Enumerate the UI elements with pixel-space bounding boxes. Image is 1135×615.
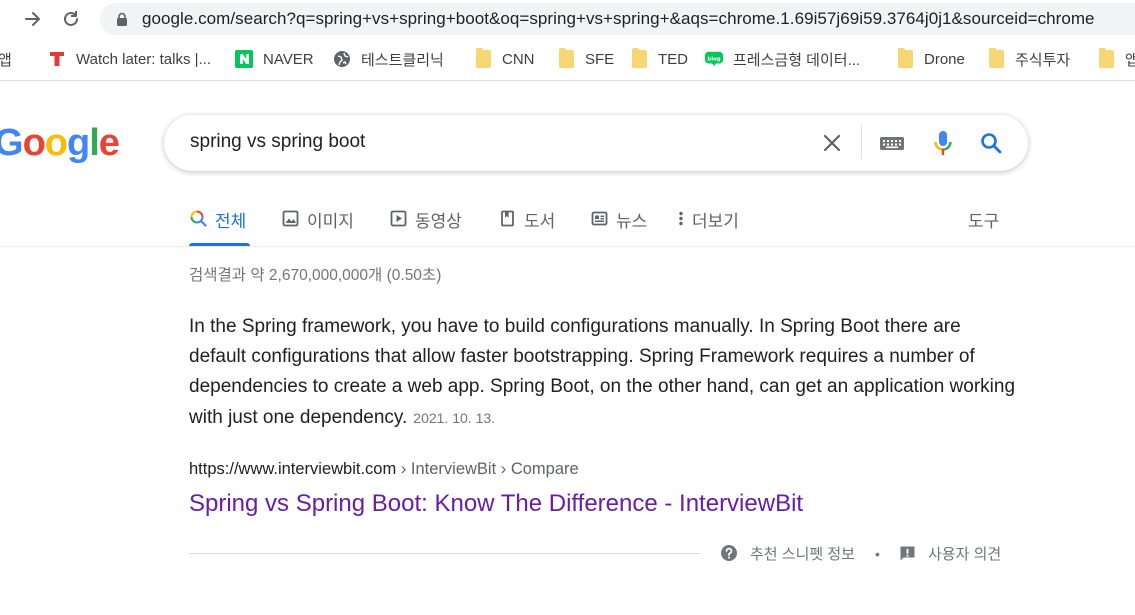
search-input[interactable]: spring vs spring boot — [190, 131, 365, 153]
forward-button[interactable] — [20, 6, 46, 32]
tab-more[interactable]: 더보기 — [676, 195, 739, 247]
video-icon — [389, 209, 407, 227]
bookmark-label: NAVER — [263, 50, 314, 68]
tabs-divider — [0, 246, 1135, 247]
logo-letter: e — [98, 122, 120, 164]
url-text: google.com/search?q=spring+vs+spring+boo… — [142, 9, 1095, 28]
bookmark-label: 프레스금형 데이터... — [733, 51, 861, 69]
search-icon — [189, 209, 207, 227]
lock-icon — [117, 12, 127, 26]
browser-toolbar: google.com/search?q=spring+vs+spring+boo… — [0, 0, 1135, 37]
bookmark-test-clinic[interactable]: 테스트클리닉 — [333, 41, 444, 77]
blog-icon: blog — [705, 50, 723, 68]
voice-search-button[interactable] — [929, 129, 957, 157]
result-domain: https://www.interviewbit.com — [189, 460, 397, 478]
bookmark-app-folder[interactable]: 앱 — [1097, 41, 1135, 77]
bookmark-label: Drone — [924, 50, 965, 68]
folder-icon — [896, 48, 914, 68]
tab-label: 더보기 — [692, 212, 739, 231]
search-tabs: 전체 이미지 동영상 도서 뉴스 더보기 도구 — [0, 195, 1135, 247]
tab-videos[interactable]: 동영상 — [389, 195, 462, 247]
help-icon — [720, 544, 738, 562]
result-path: › InterviewBit › Compare — [396, 460, 579, 478]
search-button[interactable] — [977, 129, 1005, 157]
tab-images[interactable]: 이미지 — [281, 195, 354, 247]
snippet-date: 2021. 10. 13. — [413, 409, 496, 426]
bookmark-stock[interactable]: 주식투자 — [987, 41, 1070, 77]
tab-books[interactable]: 도서 — [498, 195, 555, 247]
result-stats: 검색결과 약 2,670,000,000개 (0.50초) — [189, 267, 442, 284]
clear-search-button[interactable] — [818, 129, 846, 157]
google-logo[interactable]: Google — [0, 122, 120, 165]
about-snippet-button[interactable]: 추천 스니펫 정보 — [720, 541, 855, 565]
logo-letter: G — [0, 122, 24, 164]
bookmark-label: SFE — [585, 50, 615, 68]
bookmark-label: 앱 — [1125, 51, 1135, 69]
tab-label: 뉴스 — [616, 212, 648, 231]
logo-letter: o — [22, 122, 46, 164]
bookmarks-bar: 앱 Watch later: talks |... NAVER 테스트클리닉 C… — [0, 41, 1135, 77]
microphone-icon — [934, 131, 952, 155]
bookmark-watch-later[interactable]: Watch later: talks |... — [48, 41, 211, 77]
reload-button[interactable] — [58, 6, 84, 32]
bookmark-drone[interactable]: Drone — [896, 41, 965, 77]
tab-label: 전체 — [215, 212, 247, 231]
red-t-icon — [48, 50, 66, 68]
tab-label: 이미지 — [307, 212, 354, 231]
folder-icon — [474, 48, 492, 68]
bookmark-label: CNN — [502, 50, 535, 68]
tab-label: 동영상 — [415, 212, 462, 231]
logo-letter: l — [89, 122, 100, 164]
tab-news[interactable]: 뉴스 — [590, 195, 647, 247]
bookmark-label: 주식투자 — [1015, 51, 1071, 69]
feedback-separator: • — [875, 546, 880, 562]
bookmark-label: 테스트클리닉 — [361, 51, 444, 69]
user-feedback-label: 사용자 의견 — [928, 545, 1002, 563]
tab-all[interactable]: 전체 — [189, 195, 246, 247]
logo-letter: o — [44, 122, 68, 164]
chrome-divider — [0, 80, 1135, 81]
bookmark-cnn[interactable]: CNN — [474, 41, 535, 77]
folder-icon — [1097, 48, 1115, 68]
more-vert-icon — [676, 209, 686, 227]
bookmark-press-mold[interactable]: blog 프레스금형 데이터... — [705, 41, 860, 77]
logo-letter: g — [67, 122, 90, 164]
tab-label: 도서 — [524, 212, 556, 231]
bookmark-ted[interactable]: TED — [630, 41, 688, 77]
news-icon — [590, 209, 608, 227]
feedback-divider — [189, 553, 701, 554]
address-bar[interactable]: google.com/search?q=spring+vs+spring+boo… — [100, 3, 1135, 35]
snippet-text: In the Spring framework, you have to bui… — [189, 316, 1016, 428]
tools-label: 도구 — [968, 212, 1000, 231]
arrow-forward-icon — [25, 12, 40, 26]
search-icon — [981, 133, 1002, 154]
image-icon — [281, 209, 299, 227]
tools-button[interactable]: 도구 — [968, 195, 999, 247]
result-breadcrumb[interactable]: https://www.interviewbit.com › Interview… — [189, 460, 579, 479]
result-title-link[interactable]: Spring vs Spring Boot: Know The Differen… — [189, 490, 803, 518]
globe-icon — [333, 50, 351, 68]
close-icon — [823, 134, 841, 152]
book-icon — [498, 209, 516, 227]
folder-icon — [987, 48, 1005, 68]
keyboard-button[interactable] — [878, 129, 906, 157]
search-box[interactable]: spring vs spring boot — [164, 115, 1028, 171]
folder-icon — [557, 48, 575, 68]
reload-icon — [64, 11, 78, 26]
bookmark-label: TED — [658, 50, 688, 68]
naver-icon — [235, 50, 253, 68]
featured-snippet: In the Spring framework, you have to bui… — [189, 312, 1019, 433]
user-feedback-button[interactable]: 사용자 의견 — [898, 541, 1001, 565]
svg-text:blog: blog — [707, 56, 720, 62]
bookmark-label: Watch later: talks |... — [76, 50, 212, 68]
about-snippet-label: 추천 스니펫 정보 — [750, 545, 855, 563]
feedback-icon — [898, 544, 916, 562]
folder-icon — [630, 48, 648, 68]
bookmark-naver[interactable]: NAVER — [235, 41, 314, 77]
bookmark-sfe[interactable]: SFE — [557, 41, 614, 77]
keyboard-icon — [880, 137, 904, 150]
bookmark-label: 앱 — [0, 51, 12, 69]
searchbox-divider — [861, 125, 862, 159]
bookmark-apps[interactable]: 앱 — [0, 41, 12, 77]
